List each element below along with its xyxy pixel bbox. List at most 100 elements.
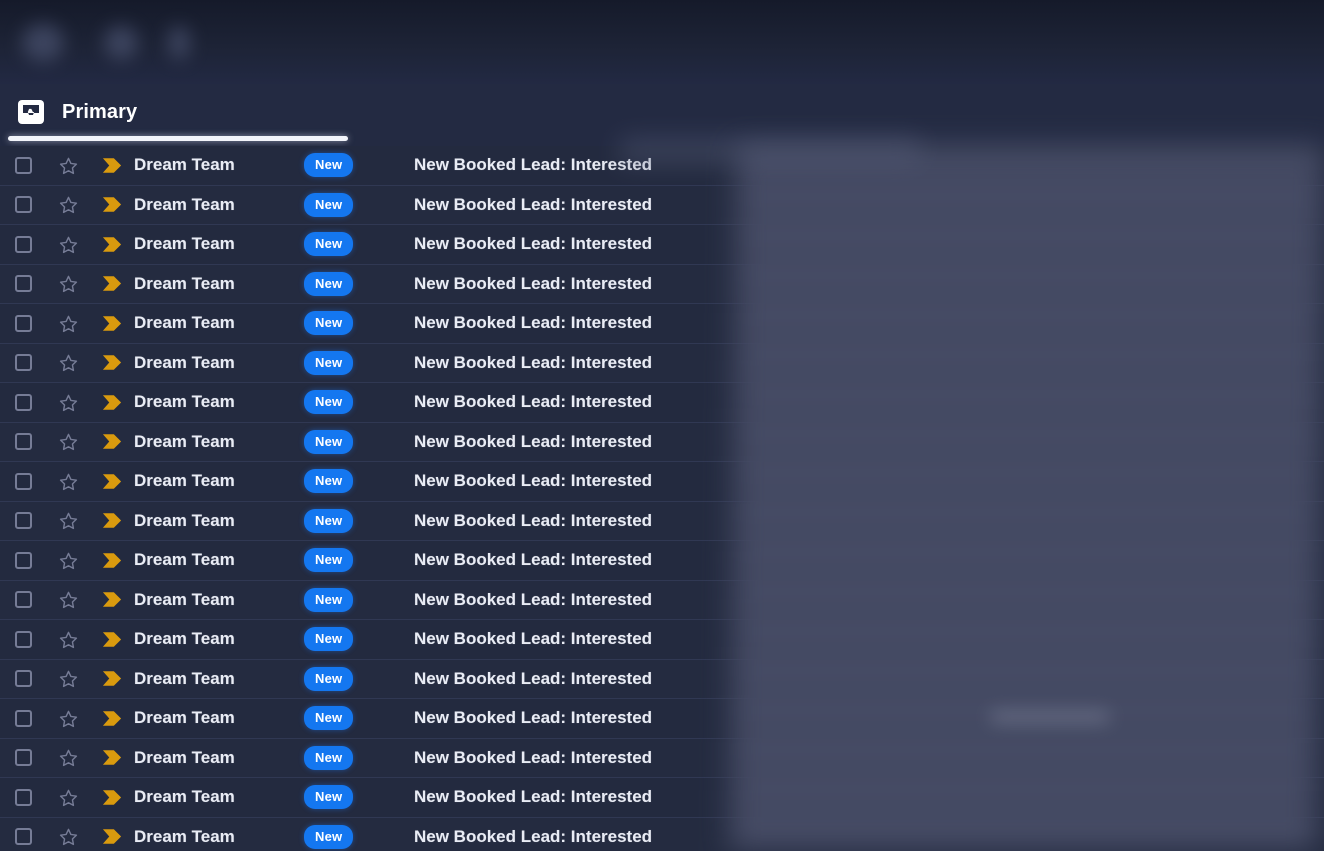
table-row[interactable]: Dream Team New New Booked Lead: Interested bbox=[0, 383, 1324, 423]
table-row[interactable]: Dream Team New New Booked Lead: Interested bbox=[0, 146, 1324, 186]
row-subject: New Booked Lead: Interested bbox=[414, 471, 653, 491]
table-row[interactable]: Dream Team New New Booked Lead: Interested bbox=[0, 778, 1324, 818]
flag-icon[interactable] bbox=[90, 670, 134, 687]
star-icon[interactable] bbox=[46, 274, 90, 293]
row-checkbox[interactable] bbox=[14, 788, 32, 806]
toolbar-icon-2[interactable] bbox=[104, 26, 138, 60]
table-row[interactable]: Dream Team New New Booked Lead: Interested bbox=[0, 501, 1324, 541]
row-badge-cell: New bbox=[304, 153, 414, 178]
row-checkbox[interactable] bbox=[14, 591, 32, 609]
status-badge: New bbox=[304, 706, 354, 731]
flag-icon[interactable] bbox=[90, 631, 134, 648]
star-icon[interactable] bbox=[46, 709, 90, 728]
toolbar-icon-1[interactable] bbox=[22, 24, 64, 62]
flag-icon[interactable] bbox=[90, 196, 134, 213]
row-select-cell[interactable] bbox=[0, 591, 46, 609]
row-select-cell[interactable] bbox=[0, 196, 46, 214]
star-icon[interactable] bbox=[46, 195, 90, 214]
table-row[interactable]: Dream Team New New Booked Lead: Interested bbox=[0, 422, 1324, 462]
star-icon[interactable] bbox=[46, 353, 90, 372]
row-select-cell[interactable] bbox=[0, 314, 46, 332]
toolbar-icon-3[interactable] bbox=[168, 26, 190, 60]
row-select-cell[interactable] bbox=[0, 749, 46, 767]
row-select-cell[interactable] bbox=[0, 788, 46, 806]
row-select-cell[interactable] bbox=[0, 670, 46, 688]
table-row[interactable]: Dream Team New New Booked Lead: Interested bbox=[0, 264, 1324, 304]
row-select-cell[interactable] bbox=[0, 275, 46, 293]
flag-icon[interactable] bbox=[90, 236, 134, 253]
row-checkbox[interactable] bbox=[14, 709, 32, 727]
table-row[interactable]: Dream Team New New Booked Lead: Interested bbox=[0, 580, 1324, 620]
table-row[interactable]: Dream Team New New Booked Lead: Interested bbox=[0, 304, 1324, 344]
row-checkbox[interactable] bbox=[14, 749, 32, 767]
row-checkbox[interactable] bbox=[14, 630, 32, 648]
table-row[interactable]: Dream Team New New Booked Lead: Interested bbox=[0, 541, 1324, 581]
star-icon[interactable] bbox=[46, 669, 90, 688]
row-select-cell[interactable] bbox=[0, 472, 46, 490]
star-icon[interactable] bbox=[46, 788, 90, 807]
status-badge: New bbox=[304, 390, 354, 415]
row-select-cell[interactable] bbox=[0, 551, 46, 569]
flag-icon[interactable] bbox=[90, 354, 134, 371]
row-checkbox[interactable] bbox=[14, 433, 32, 451]
row-select-cell[interactable] bbox=[0, 156, 46, 174]
flag-icon[interactable] bbox=[90, 710, 134, 727]
row-checkbox[interactable] bbox=[14, 354, 32, 372]
table-row[interactable]: Dream Team New New Booked Lead: Interested bbox=[0, 343, 1324, 383]
star-icon[interactable] bbox=[46, 827, 90, 846]
row-select-cell[interactable] bbox=[0, 433, 46, 451]
table-row[interactable]: Dream Team New New Booked Lead: Interested bbox=[0, 699, 1324, 739]
flag-icon[interactable] bbox=[90, 591, 134, 608]
star-icon[interactable] bbox=[46, 630, 90, 649]
row-checkbox[interactable] bbox=[14, 472, 32, 490]
email-list[interactable]: Dream Team New New Booked Lead: Interested… bbox=[0, 146, 1324, 851]
flag-icon[interactable] bbox=[90, 394, 134, 411]
row-select-cell[interactable] bbox=[0, 235, 46, 253]
row-select-cell[interactable] bbox=[0, 709, 46, 727]
row-checkbox[interactable] bbox=[14, 314, 32, 332]
row-select-cell[interactable] bbox=[0, 630, 46, 648]
star-icon[interactable] bbox=[46, 748, 90, 767]
row-checkbox[interactable] bbox=[14, 275, 32, 293]
flag-icon[interactable] bbox=[90, 828, 134, 845]
tab-primary[interactable]: Primary bbox=[8, 90, 151, 134]
row-checkbox[interactable] bbox=[14, 512, 32, 530]
flag-icon[interactable] bbox=[90, 789, 134, 806]
flag-icon[interactable] bbox=[90, 157, 134, 174]
row-select-cell[interactable] bbox=[0, 354, 46, 372]
flag-icon[interactable] bbox=[90, 552, 134, 569]
table-row[interactable]: Dream Team New New Booked Lead: Interested bbox=[0, 185, 1324, 225]
table-row[interactable]: Dream Team New New Booked Lead: Interested bbox=[0, 620, 1324, 660]
row-select-cell[interactable] bbox=[0, 828, 46, 846]
row-checkbox[interactable] bbox=[14, 196, 32, 214]
row-sender: Dream Team bbox=[134, 194, 235, 214]
row-select-cell[interactable] bbox=[0, 512, 46, 530]
flag-icon[interactable] bbox=[90, 473, 134, 490]
flag-icon[interactable] bbox=[90, 275, 134, 292]
row-select-cell[interactable] bbox=[0, 393, 46, 411]
table-row[interactable]: Dream Team New New Booked Lead: Interested bbox=[0, 738, 1324, 778]
star-icon[interactable] bbox=[46, 235, 90, 254]
flag-icon[interactable] bbox=[90, 749, 134, 766]
star-icon[interactable] bbox=[46, 472, 90, 491]
row-checkbox[interactable] bbox=[14, 670, 32, 688]
star-icon[interactable] bbox=[46, 432, 90, 451]
table-row[interactable]: Dream Team New New Booked Lead: Interested bbox=[0, 225, 1324, 265]
flag-icon[interactable] bbox=[90, 433, 134, 450]
star-icon[interactable] bbox=[46, 590, 90, 609]
flag-icon[interactable] bbox=[90, 512, 134, 529]
star-icon[interactable] bbox=[46, 551, 90, 570]
star-icon[interactable] bbox=[46, 156, 90, 175]
flag-icon[interactable] bbox=[90, 315, 134, 332]
table-row[interactable]: Dream Team New New Booked Lead: Interested bbox=[0, 659, 1324, 699]
star-icon[interactable] bbox=[46, 393, 90, 412]
row-checkbox[interactable] bbox=[14, 551, 32, 569]
row-checkbox[interactable] bbox=[14, 156, 32, 174]
table-row[interactable]: Dream Team New New Booked Lead: Interested bbox=[0, 817, 1324, 851]
row-checkbox[interactable] bbox=[14, 393, 32, 411]
row-checkbox[interactable] bbox=[14, 235, 32, 253]
star-icon[interactable] bbox=[46, 511, 90, 530]
star-icon[interactable] bbox=[46, 314, 90, 333]
row-checkbox[interactable] bbox=[14, 828, 32, 846]
table-row[interactable]: Dream Team New New Booked Lead: Interested bbox=[0, 462, 1324, 502]
